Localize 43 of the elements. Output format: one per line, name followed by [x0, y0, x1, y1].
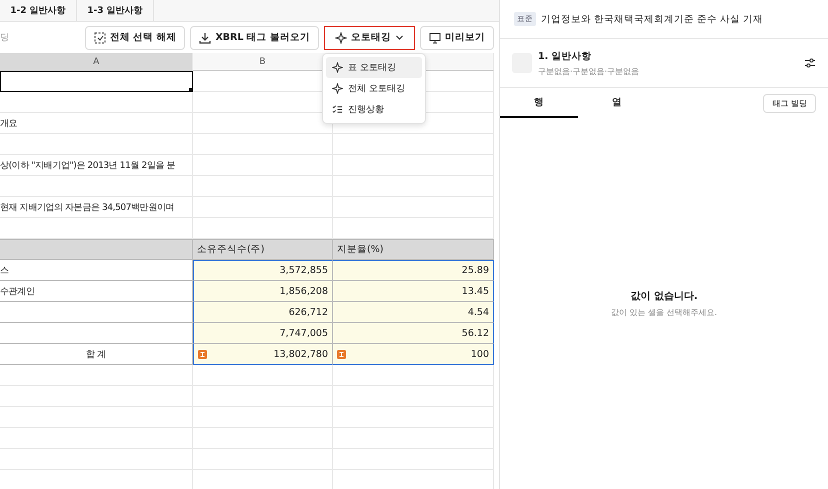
tag-building-button[interactable]: 태그 빌딩 — [763, 94, 816, 112]
empty-hint: 값이 있는 셀을 선택해주세요. — [610, 307, 718, 318]
table-cell: 13,802,780 — [193, 344, 333, 365]
sparkle-icon — [332, 62, 343, 73]
table-cell: 3,572,855 — [193, 260, 333, 281]
table-cell: 개요 — [0, 113, 193, 134]
menu-item[interactable]: 전체 오토태깅 — [326, 78, 422, 99]
table-cell: 7,747,005 — [193, 323, 333, 344]
table-cell: 합 계 — [0, 344, 193, 365]
table-cell: 1,856,208 — [193, 281, 333, 302]
toolbar-button[interactable]: 미리보기 — [420, 26, 494, 50]
sparkle-icon — [332, 83, 343, 94]
table-cell: 13.45 — [333, 281, 494, 302]
table-cell: 수관계인 — [0, 281, 193, 302]
table-cell: 56.12 — [333, 323, 494, 344]
menu-item[interactable]: 진행상황 — [326, 99, 422, 120]
toolbar-label: 딩 — [0, 32, 9, 44]
panel-title: 기업정보와 한국채택국제회계기준 준수 사실 기재 — [541, 12, 764, 26]
table-cell: 25.89 — [333, 260, 494, 281]
monitor-icon — [429, 32, 441, 44]
tag-icon — [337, 350, 346, 358]
table-cell: 스 — [0, 260, 193, 281]
item-subtitle: 구분없음·구분없음·구분없음 — [538, 66, 640, 76]
toolbar-button[interactable]: 오토태깅 — [324, 26, 415, 50]
empty-title: 값이 없습니다. — [630, 290, 698, 303]
tag-icon — [198, 350, 207, 358]
table-cell: 4.54 — [333, 302, 494, 323]
table-cell: 현재 지배기업의 자본금은 34,507백만원이며 — [0, 197, 193, 218]
menu-item[interactable]: 표 오토태깅 — [326, 57, 422, 78]
download-icon — [199, 32, 212, 44]
table-cell: 626,712 — [193, 302, 333, 323]
table-cell: 100 — [333, 344, 494, 365]
toolbar-button[interactable]: XBRL 태그 불러오기 — [190, 26, 319, 50]
table-cell: 상(이하 "지배기업")은 2013년 11월 2일을 분 — [0, 155, 193, 176]
toolbar-button[interactable]: 전체 선택 해제 — [84, 26, 186, 50]
item-title: 1. 일반사항 — [538, 50, 593, 62]
column-header[interactable]: A — [0, 53, 193, 71]
deselect-icon — [94, 32, 106, 44]
settings-icon[interactable] — [804, 57, 816, 69]
sparkle-icon — [335, 32, 347, 44]
table-cell: 지분율(%) — [333, 239, 494, 260]
table-cell: 소유주식수(주) — [193, 239, 333, 260]
checklist-icon — [332, 104, 343, 115]
